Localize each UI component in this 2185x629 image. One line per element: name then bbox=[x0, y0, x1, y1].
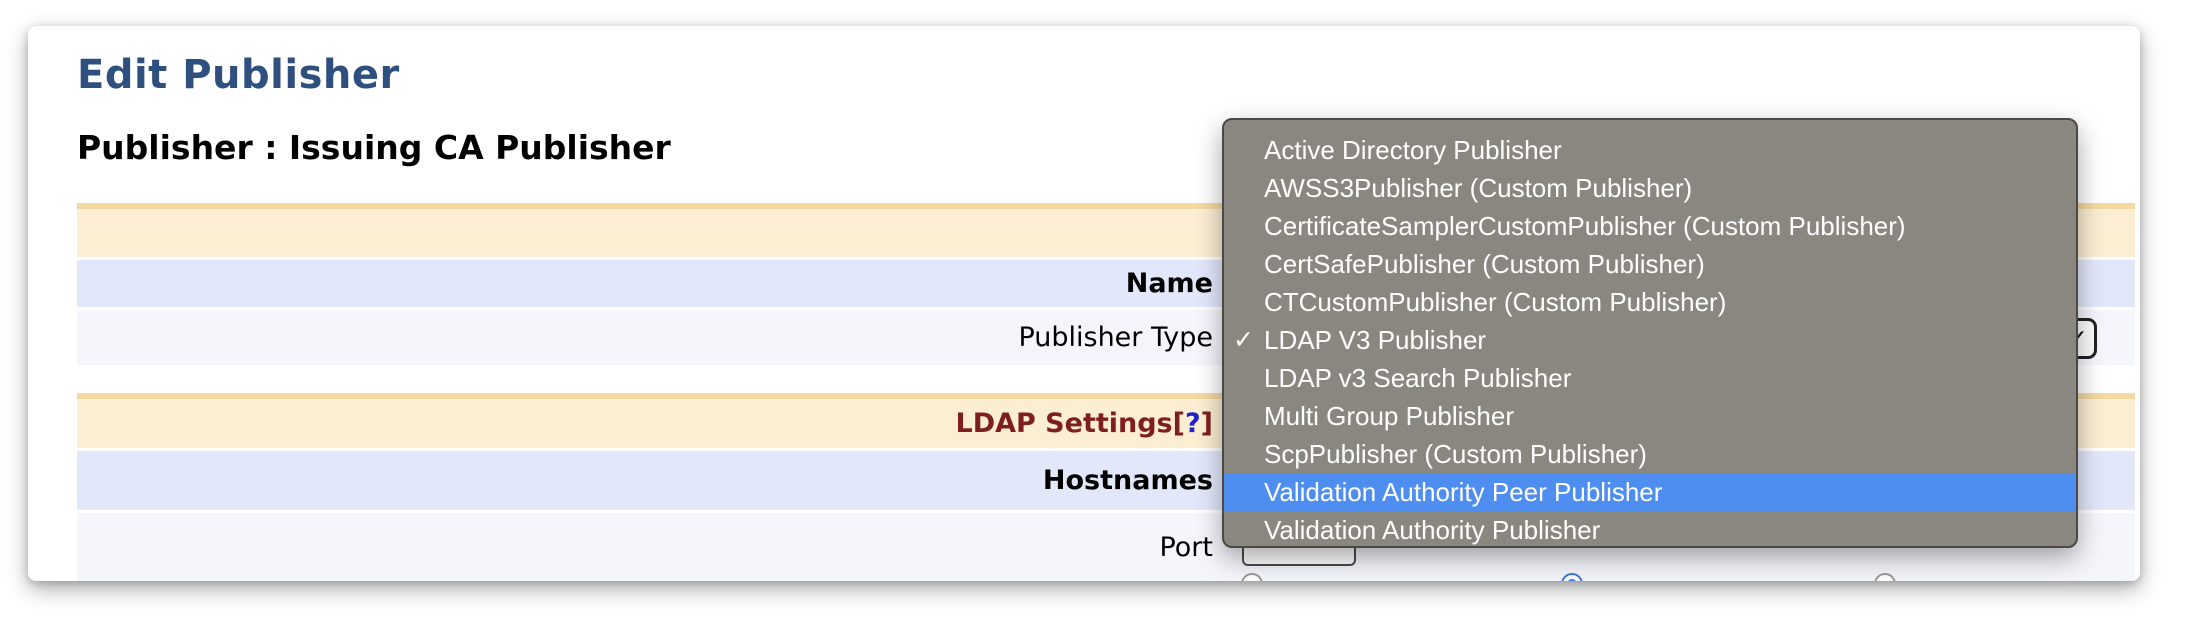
ldap-settings-label: LDAP Settings bbox=[955, 408, 1172, 439]
dropdown-option[interactable]: Validation Authority Publisher bbox=[1224, 511, 2076, 548]
dropdown-option[interactable]: LDAP v3 Search Publisher bbox=[1224, 359, 2076, 397]
radio-dot bbox=[1567, 579, 1577, 581]
dropdown-option-list: Active Directory Publisher AWSS3Publishe… bbox=[1224, 120, 2076, 548]
publisher-type-label: Publisher Type bbox=[77, 322, 1225, 353]
name-label: Name bbox=[77, 268, 1225, 299]
ldap-settings-header: LDAP Settings[?] bbox=[77, 408, 1225, 439]
dropdown-option[interactable]: CertificateSamplerCustomPublisher (Custo… bbox=[1224, 207, 2076, 245]
help-question-icon: ? bbox=[1185, 408, 1201, 439]
port-label: Port bbox=[77, 532, 1225, 563]
dropdown-option[interactable]: AWSS3Publisher (Custom Publisher) bbox=[1224, 169, 2076, 207]
checkmark-icon: ✓ bbox=[1233, 321, 1263, 359]
dropdown-option-checked[interactable]: ✓LDAP V3 Publisher bbox=[1224, 321, 2076, 359]
publisher-subtitle: Publisher : Issuing CA Publisher bbox=[77, 128, 671, 167]
dropdown-option[interactable]: CertSafePublisher (Custom Publisher) bbox=[1224, 245, 2076, 283]
ldap-settings-help-link[interactable]: [?] bbox=[1173, 408, 1213, 439]
page-title: Edit Publisher bbox=[77, 52, 400, 98]
publisher-type-dropdown-menu: Active Directory Publisher AWSS3Publishe… bbox=[1222, 118, 2078, 548]
dropdown-option[interactable]: Active Directory Publisher bbox=[1224, 131, 2076, 169]
dropdown-option[interactable]: ScpPublisher (Custom Publisher) bbox=[1224, 435, 2076, 473]
dropdown-option[interactable]: Multi Group Publisher bbox=[1224, 397, 2076, 435]
page-root: Edit Publisher Publisher : Issuing CA Pu… bbox=[0, 0, 2185, 629]
hostnames-label: Hostnames bbox=[77, 465, 1225, 496]
dropdown-option[interactable]: CTCustomPublisher (Custom Publisher) bbox=[1224, 283, 2076, 321]
dropdown-option-highlighted[interactable]: Validation Authority Peer Publisher bbox=[1224, 473, 2076, 511]
